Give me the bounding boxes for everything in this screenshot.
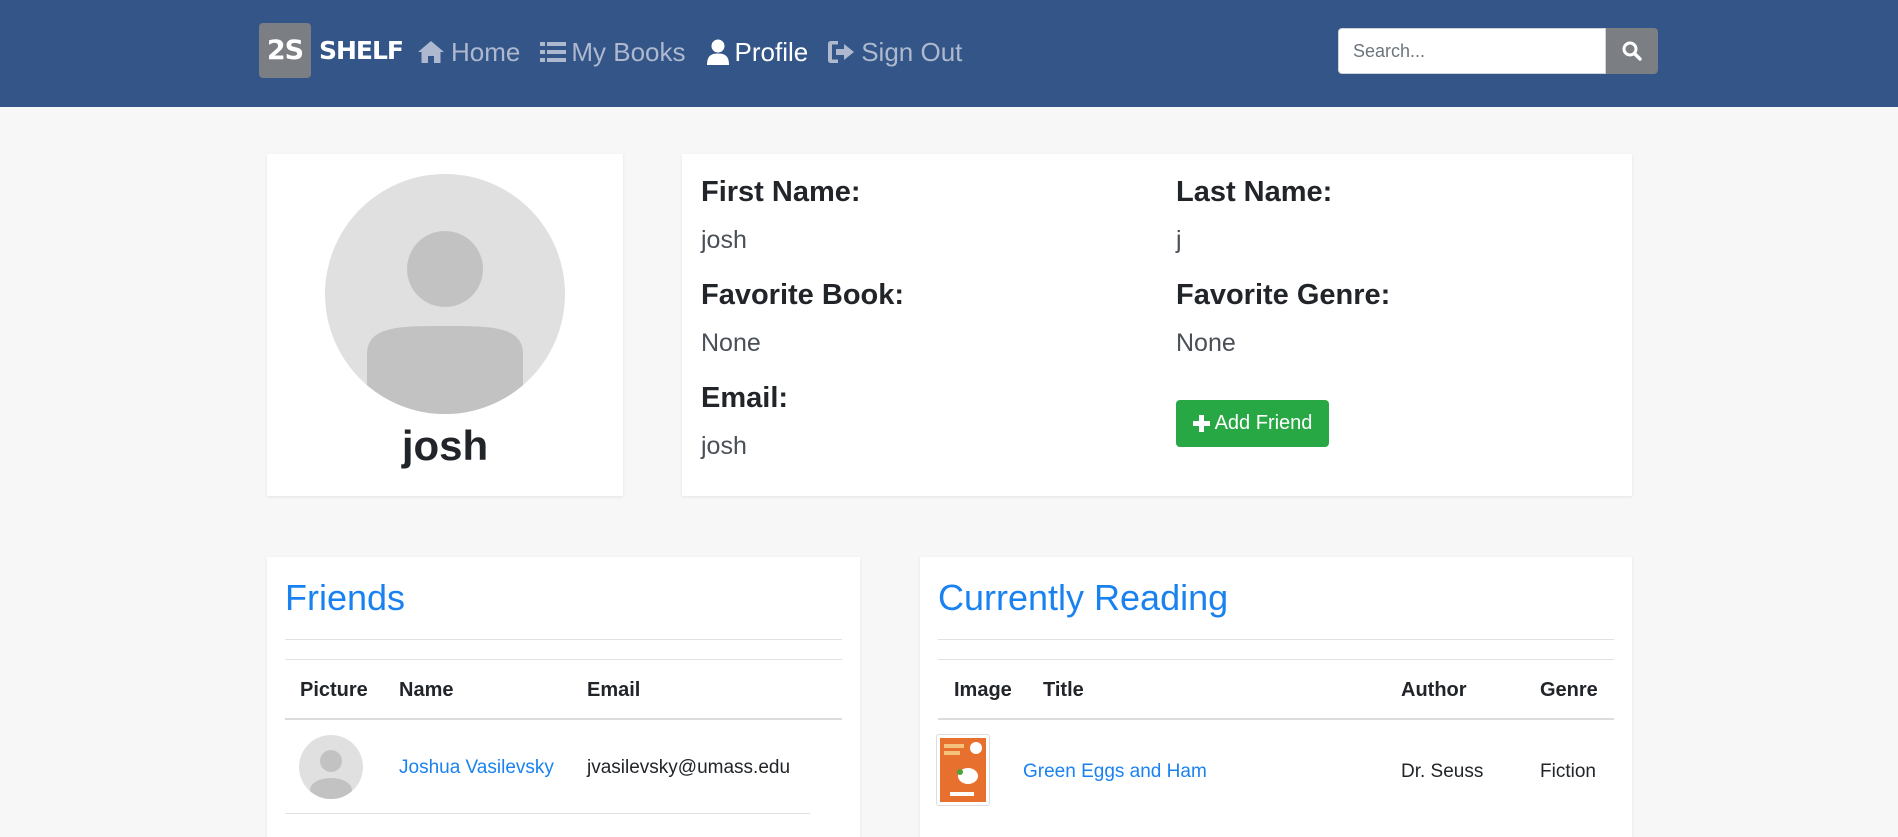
add-friend-label: Add Friend	[1214, 412, 1313, 434]
friends-title: Friends	[285, 577, 406, 618]
first-name-label: First Name:	[701, 176, 861, 208]
favorite-book-value: None	[701, 329, 761, 357]
nav-sign-out[interactable]: Sign Out	[828, 37, 962, 68]
nav-home-label: Home	[451, 36, 521, 67]
row-border	[285, 813, 810, 814]
user-icon	[706, 39, 729, 65]
friend-name-link[interactable]: Joshua Vasilevsky	[399, 757, 554, 779]
profile-info-card: First Name: josh Last Name: j Favorite B…	[682, 154, 1632, 496]
friends-col-email: Email	[587, 679, 641, 701]
nav-my-books-label: My Books	[571, 36, 686, 67]
reading-col-genre: Genre	[1540, 679, 1598, 701]
navbar: 2S SHELF Home My Books Profile Sign Out	[0, 0, 1898, 107]
brand-logo: 2S	[259, 23, 311, 78]
book-author: Dr. Seuss	[1401, 761, 1484, 782]
table-header-border	[938, 718, 1614, 720]
divider	[285, 639, 842, 640]
reading-col-title: Title	[1043, 679, 1084, 701]
table-top-border	[285, 659, 842, 660]
plus-icon	[1192, 415, 1210, 432]
favorite-genre-value: None	[1176, 329, 1236, 357]
table-header-border	[285, 718, 842, 720]
profile-avatar-card: josh	[267, 154, 623, 496]
book-title-link[interactable]: Green Eggs and Ham	[1023, 761, 1207, 783]
last-name-label: Last Name:	[1176, 176, 1333, 208]
book-genre: Fiction	[1540, 761, 1596, 782]
nav-my-books[interactable]: My Books	[540, 36, 686, 68]
friend-avatar[interactable]	[299, 735, 363, 799]
search-button[interactable]	[1606, 28, 1658, 74]
add-friend-button[interactable]: Add Friend	[1176, 400, 1329, 447]
friends-card: Friends Picture Name Email Joshua Vasile…	[267, 557, 860, 837]
home-icon	[418, 41, 444, 63]
nav-sign-out-label: Sign Out	[861, 36, 963, 67]
book-cover-image	[940, 738, 986, 802]
nav-profile[interactable]: Profile	[706, 36, 809, 68]
first-name-value: josh	[701, 226, 747, 254]
search-form	[1338, 28, 1658, 74]
last-name-value: j	[1176, 226, 1182, 254]
brand[interactable]: 2S SHELF	[259, 23, 404, 78]
divider	[938, 639, 1614, 640]
favorite-book-label: Favorite Book:	[701, 279, 905, 311]
book-cover-thumbnail[interactable]	[936, 734, 990, 806]
search-input[interactable]	[1338, 28, 1606, 74]
currently-reading-card: Currently Reading Image Title Author Gen…	[920, 557, 1632, 837]
friends-col-picture: Picture	[300, 679, 368, 701]
email-value: josh	[701, 432, 747, 460]
default-avatar-icon	[367, 231, 523, 414]
default-avatar-icon	[310, 750, 352, 799]
friend-email: jvasilevsky@umass.edu	[587, 757, 791, 778]
search-icon	[1622, 41, 1642, 61]
friends-col-name: Name	[399, 679, 454, 701]
reading-title: Currently Reading	[938, 577, 1229, 618]
profile-username: josh	[401, 422, 489, 469]
nav-home[interactable]: Home	[416, 37, 520, 68]
email-label: Email:	[701, 382, 789, 414]
main-nav: Home My Books Profile Sign Out	[416, 32, 982, 72]
avatar	[325, 174, 565, 414]
sign-out-icon	[828, 41, 855, 63]
table-top-border	[938, 659, 1614, 660]
favorite-genre-label: Favorite Genre:	[1176, 279, 1391, 311]
nav-profile-label: Profile	[734, 36, 809, 67]
list-icon	[540, 42, 567, 62]
brand-name: SHELF	[319, 36, 404, 65]
reading-col-author: Author	[1401, 679, 1467, 701]
reading-col-image: Image	[954, 679, 1012, 701]
